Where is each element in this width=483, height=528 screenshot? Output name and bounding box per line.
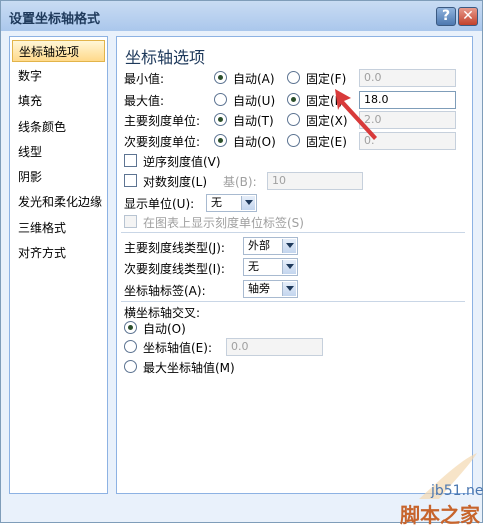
major-auto-label: 自动(T) [233,114,274,128]
format-axis-dialog: 设置坐标轴格式 ? ✕ 坐标轴选项 数字 填充 线条颜色 线型 阴影 发光和柔化… [0,0,483,527]
minor-unit-label: 次要刻度单位: [124,135,201,149]
log-scale-label: 对数刻度(L) [143,175,208,189]
cross-max-radio[interactable] [124,360,137,373]
min-fixed-radio[interactable] [287,71,300,84]
cross-auto-radio[interactable] [124,321,137,334]
show-unit-label-text: 在图表上显示刻度单位标签(S) [143,216,304,230]
section-heading: 坐标轴选项 [125,48,206,67]
title-bar[interactable]: 设置坐标轴格式 ? ✕ [1,1,482,31]
axis-label-label: 坐标轴标签(A): [124,284,206,298]
reverse-order-label: 逆序刻度值(V) [143,155,221,169]
major-auto-radio[interactable] [214,113,227,126]
max-label: 最大值: [124,94,165,108]
axis-label-select[interactable]: 轴旁 [243,280,298,298]
watermark-brand: 脚本之家 [400,503,480,527]
cross-auto-label: 自动(O) [143,322,186,336]
minor-tick-label: 次要刻度线类型(I): [124,262,225,276]
min-auto-label: 自动(A) [233,72,275,86]
show-unit-label-checkbox[interactable] [124,215,137,228]
sidebar-item-line-color[interactable]: 线条颜色 [12,116,105,138]
category-sidebar: 坐标轴选项 数字 填充 线条颜色 线型 阴影 发光和柔化边缘 三维格式 对齐方式 [9,36,108,494]
display-unit-label: 显示单位(U): [124,197,195,211]
minor-auto-radio[interactable] [214,134,227,147]
max-auto-label: 自动(U) [233,94,276,108]
help-button[interactable]: ? [436,7,456,26]
minor-tick-value: 无 [248,260,259,273]
close-button[interactable]: ✕ [458,7,478,26]
log-base-label: 基(B): [223,175,257,189]
log-scale-checkbox[interactable] [124,174,137,187]
chevron-down-icon[interactable] [282,260,296,274]
dialog-title: 设置坐标轴格式 [9,12,101,27]
sidebar-item-3d-format[interactable]: 三维格式 [12,217,105,239]
sidebar-item-fill[interactable]: 填充 [12,90,105,112]
display-unit-value: 无 [211,196,222,209]
cross-value-label: 坐标轴值(E): [143,341,212,355]
cross-max-label: 最大坐标轴值(M) [143,361,235,375]
minor-tick-select[interactable]: 无 [243,258,298,276]
log-base-field[interactable]: 10 [267,172,363,190]
min-label: 最小值: [124,72,165,86]
chevron-down-icon[interactable] [241,196,255,210]
axis-label-value: 轴旁 [248,282,270,295]
min-auto-radio[interactable] [214,71,227,84]
chevron-down-icon[interactable] [282,239,296,253]
watermark-site: jb51.net [431,483,483,499]
major-fixed-radio[interactable] [287,113,300,126]
reverse-order-checkbox[interactable] [124,154,137,167]
max-fixed-radio[interactable] [287,93,300,106]
sidebar-item-shadow[interactable]: 阴影 [12,166,105,188]
max-auto-radio[interactable] [214,93,227,106]
cross-label: 横坐标轴交叉: [124,306,201,320]
minor-auto-label: 自动(O) [233,135,276,149]
annotation-arrow-icon [335,89,377,140]
sidebar-item-alignment[interactable]: 对齐方式 [12,242,105,264]
divider [121,232,465,233]
sidebar-item-axis-options[interactable]: 坐标轴选项 [12,40,105,62]
cross-value-radio[interactable] [124,340,137,353]
minor-fixed-radio[interactable] [287,134,300,147]
major-tick-value: 外部 [248,239,270,252]
major-tick-label: 主要刻度线类型(J): [124,241,225,255]
major-tick-select[interactable]: 外部 [243,237,298,255]
sidebar-item-glow-soft-edges[interactable]: 发光和柔化边缘 [12,191,105,213]
chevron-down-icon[interactable] [282,282,296,296]
display-unit-select[interactable]: 无 [206,194,257,212]
cross-value-field[interactable]: 0.0 [226,338,323,356]
divider [121,301,465,302]
sidebar-item-line-style[interactable]: 线型 [12,141,105,163]
sidebar-item-number[interactable]: 数字 [12,65,105,87]
major-unit-label: 主要刻度单位: [124,114,201,128]
